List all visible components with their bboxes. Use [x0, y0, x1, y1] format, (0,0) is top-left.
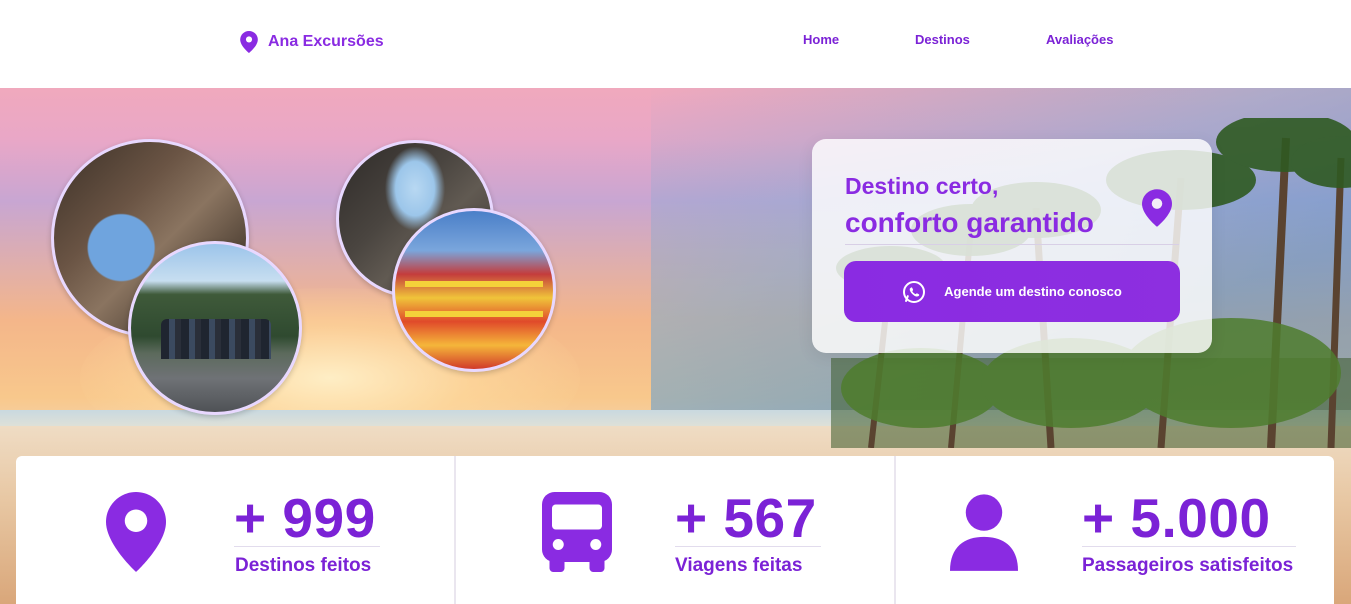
map-pin-icon — [106, 492, 166, 572]
card-title-line2: conforto garantido — [845, 207, 1094, 238]
schedule-destination-button[interactable]: Agende um destino conosco — [844, 261, 1180, 322]
stat-trips: + 567 Viagens feitas — [456, 456, 896, 604]
nav-link-home[interactable]: Home — [803, 32, 839, 47]
map-pin-icon — [1142, 189, 1172, 227]
card-title-line1: Destino certo, — [845, 173, 999, 199]
photo-group-canyon — [128, 241, 302, 415]
schedule-destination-label: Agende um destino conosco — [944, 284, 1122, 299]
stats-bar: + 999 Destinos feitos + 567 Viagens feit… — [16, 456, 1334, 604]
bus-icon — [542, 492, 612, 572]
stat-divider — [675, 546, 821, 547]
stat-destinations: + 999 Destinos feitos — [16, 456, 456, 604]
nav-link-avaliacoes[interactable]: Avaliações — [1046, 32, 1113, 47]
stat-value: + 999 — [234, 487, 376, 549]
coaster-rail — [405, 311, 543, 317]
stat-divider — [234, 546, 380, 547]
stat-label: Destinos feitos — [235, 555, 372, 576]
whatsapp-icon — [903, 280, 926, 303]
coaster-rail — [405, 281, 543, 287]
stat-divider — [1082, 546, 1296, 547]
page: Ana Excursões Home Destinos Avaliações D… — [0, 0, 1351, 604]
stat-label: Passageiros satisfeitos — [1082, 555, 1294, 576]
booking-card: Destino certo, conforto garantido Agende… — [812, 139, 1212, 353]
card-divider — [845, 244, 1179, 245]
site-header: Ana Excursões Home Destinos Avaliações — [0, 0, 1351, 88]
stat-value: + 5.000 — [1082, 487, 1271, 549]
group-people — [161, 319, 271, 359]
photo-roller-coaster — [392, 208, 556, 372]
main-nav: Home Destinos Avaliações — [0, 32, 1351, 52]
stat-value: + 567 — [675, 487, 817, 549]
nav-link-destinos[interactable]: Destinos — [915, 32, 970, 47]
stat-label: Viagens feitas — [675, 555, 803, 576]
user-icon — [950, 494, 1018, 571]
stat-passengers: + 5.000 Passageiros satisfeitos — [896, 456, 1334, 604]
